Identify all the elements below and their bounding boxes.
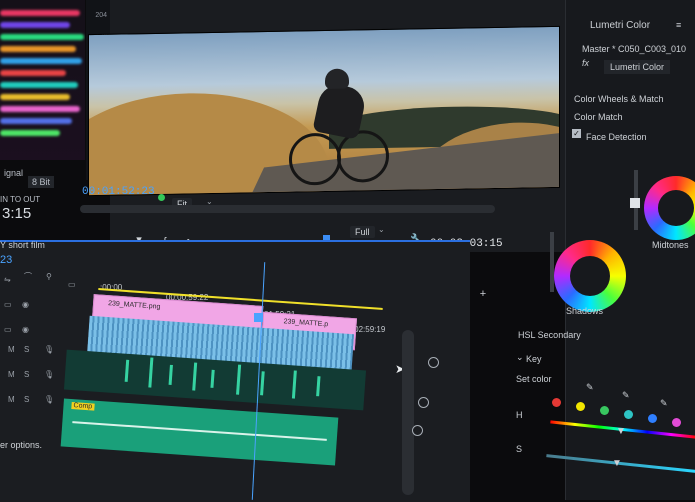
range-handle-icon[interactable]: ▼ [616,426,626,437]
section-hsl-secondary[interactable]: HSL Secondary [518,330,581,340]
clip-name: Comp [71,402,95,411]
chevron-down-icon[interactable]: ⌄ [378,225,385,234]
scroll-handle[interactable] [428,357,439,368]
scope-tick: 204 [95,12,107,19]
source-timecode: 3:15 [2,205,32,222]
fx-clip-select[interactable]: Lumetri Color [604,60,671,74]
scope-trace [0,34,84,40]
color-swatch[interactable] [576,402,585,411]
shadows-label: Shadows [566,306,604,316]
range-handle-icon[interactable]: ▼ [612,458,622,469]
clip-name: 239_MATTE.p [283,318,329,329]
audio-wave [260,371,265,396]
clip-name: 239_MATTE.png [107,300,161,311]
fx-icon: fx [582,58,590,68]
scope-trace [0,10,80,16]
solo-s-label[interactable]: S [24,345,29,354]
audio-wave [192,362,198,391]
track-visibility-icon[interactable]: ◉ [22,300,29,309]
set-color-label: Set color [516,374,552,384]
ripple-edit-icon[interactable]: ⇋ [4,275,11,284]
mic-icon[interactable]: 🎙 [44,370,54,379]
timeline-vertical-scrollbar[interactable] [402,330,414,495]
timeline-timecode[interactable]: 23 [0,254,12,266]
face-detection-checkbox[interactable]: ✓ [572,129,581,138]
track-lock-icon[interactable]: ▭ [4,300,12,309]
mute-m-label[interactable]: M [8,395,15,404]
cyclist-helmet [325,68,349,89]
chevron-down-icon[interactable]: ⌄ [516,352,524,363]
color-swatch[interactable] [600,406,609,415]
hue-label: H [516,410,523,420]
solo-s-label[interactable]: S [24,395,29,404]
mic-icon[interactable]: 🎙 [44,395,54,404]
midtones-slider-handle[interactable] [630,198,640,208]
audio-wave [168,364,173,385]
resolution-select[interactable]: Full [350,226,375,238]
scroll-handle[interactable] [412,425,423,436]
eyedropper-icon[interactable]: ✎ [586,382,594,393]
scope-trace [0,94,70,100]
mute-m-label[interactable]: M [8,345,15,354]
face-detection-label: Face Detection [586,132,647,142]
linked-selection-icon[interactable]: ⚲ [46,272,52,281]
video-frame [88,25,560,197]
scope-trace [0,106,80,112]
scope-trace [0,70,66,76]
track-lock-icon[interactable]: ▭ [4,325,12,334]
menu-icon[interactable]: ≡ [676,20,681,30]
color-swatch[interactable] [624,410,633,419]
status-dot [158,194,165,201]
audio-wave [236,364,242,395]
playhead-timecode[interactable]: 00:01:52:23 [82,186,155,198]
audio-wave [210,369,215,388]
solo-s-label[interactable]: S [24,370,29,379]
color-match-label: Color Match [574,112,623,122]
color-swatch[interactable] [648,414,657,423]
scope-trace [0,130,60,136]
audio-wave [124,359,130,382]
bit-depth-select[interactable]: 8 Bit [28,176,55,188]
scope-trace [0,22,70,28]
eyedropper-subtract-icon[interactable]: ✎ [660,398,668,409]
snap-icon[interactable]: ⌒ [24,271,32,282]
mute-m-label[interactable]: M [8,370,15,379]
scope-trace [0,46,76,52]
sequence-tab[interactable]: Y short film [0,240,45,250]
scope-trace [0,82,78,88]
scroll-handle[interactable] [418,397,429,408]
master-clip-label[interactable]: Master * C050_C003_010 [582,44,686,54]
mic-icon[interactable]: 🎙 [44,345,54,354]
signal-label: ignal [4,168,24,178]
panel-title[interactable]: Lumetri Color [590,20,650,31]
saturation-label: S [516,444,523,454]
scope-trace [0,118,72,124]
add-button-icon[interactable]: + [476,288,490,300]
audio-wave [316,376,321,397]
shadows-color-wheel[interactable] [554,240,626,312]
color-swatch[interactable] [672,418,681,427]
footer-text: er options. [0,440,43,450]
volume-keyframe-line[interactable] [72,421,327,441]
lumetri-scope-panel [0,0,85,160]
shadows-slider[interactable] [550,232,554,292]
in-to-out-label: IN TO OUT [0,195,41,204]
eyedropper-add-icon[interactable]: ✎ [622,390,630,401]
midtones-color-wheel[interactable] [644,176,695,240]
key-label: Key [526,354,542,364]
scope-trace [0,58,82,64]
monitor-scrub-bar[interactable] [80,205,495,213]
track-visibility-icon[interactable]: ◉ [22,325,29,334]
section-color-wheels[interactable]: Color Wheels & Match [574,94,664,104]
captions-icon[interactable]: ▭ [68,280,76,289]
audio-wave [148,357,154,388]
audio-wave [291,370,297,399]
color-swatch[interactable] [552,398,561,407]
timeline-playhead-handle[interactable] [254,313,263,322]
midtones-label: Midtones [652,240,689,250]
